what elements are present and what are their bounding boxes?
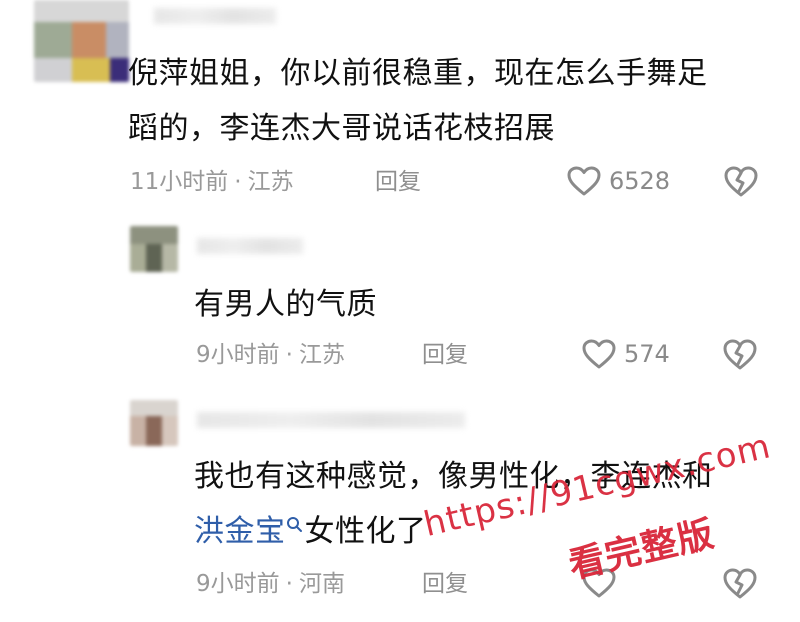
comment-text-line2: 洪金宝 女性化了	[194, 507, 427, 556]
comment-location: 江苏	[247, 169, 294, 195]
broken-heart-icon[interactable]	[721, 567, 759, 601]
avatar[interactable]	[34, 0, 129, 82]
avatar[interactable]	[130, 400, 178, 446]
meta-separator: ·	[285, 342, 293, 368]
search-icon	[286, 517, 302, 532]
comment-text-line2: 蹈的，李连杰大哥说话花枝招展	[128, 111, 555, 146]
reply-button[interactable]: 回复	[375, 167, 421, 197]
like-button[interactable]: 6528	[566, 166, 670, 196]
broken-heart-icon[interactable]	[722, 165, 760, 199]
comment-time: 9小时前	[196, 571, 280, 597]
reply-button[interactable]: 回复	[422, 569, 468, 599]
like-count: 574	[624, 340, 670, 368]
heart-outline-icon	[567, 166, 601, 196]
comment-location: 河南	[298, 571, 345, 597]
watermark-tag: 看完整版	[565, 513, 719, 587]
comment-location: 江苏	[298, 342, 345, 368]
username-blurred	[154, 8, 276, 24]
comment-time: 9小时前	[196, 342, 280, 368]
reply-button[interactable]: 回复	[422, 340, 468, 370]
avatar[interactable]	[130, 226, 178, 272]
comment-text-line1: 倪萍姐姐，你以前很稳重，现在怎么手舞足	[128, 56, 708, 91]
like-count: 6528	[609, 167, 671, 195]
topic-link[interactable]: 洪金宝	[194, 514, 286, 549]
comment-section: 倪萍姐姐，你以前很稳重，现在怎么手舞足 蹈的，李连杰大哥说话花枝招展 11小时前…	[0, 0, 800, 622]
meta-separator: ·	[234, 169, 242, 195]
like-button[interactable]: 574	[581, 339, 670, 369]
comment-text-rest: 女性化了	[304, 514, 427, 549]
username-blurred	[197, 238, 303, 254]
username-blurred	[197, 412, 465, 428]
broken-heart-icon[interactable]	[721, 338, 759, 372]
meta-separator: ·	[285, 571, 293, 597]
comment-meta: 9小时前 · 江苏	[196, 340, 345, 370]
heart-outline-icon	[582, 339, 616, 369]
comment-text-line1: 有男人的气质	[194, 287, 377, 322]
comment-meta: 9小时前 · 河南	[196, 569, 345, 599]
comment-time: 11小时前	[130, 169, 229, 195]
comment-meta: 11小时前 · 江苏	[130, 167, 294, 197]
